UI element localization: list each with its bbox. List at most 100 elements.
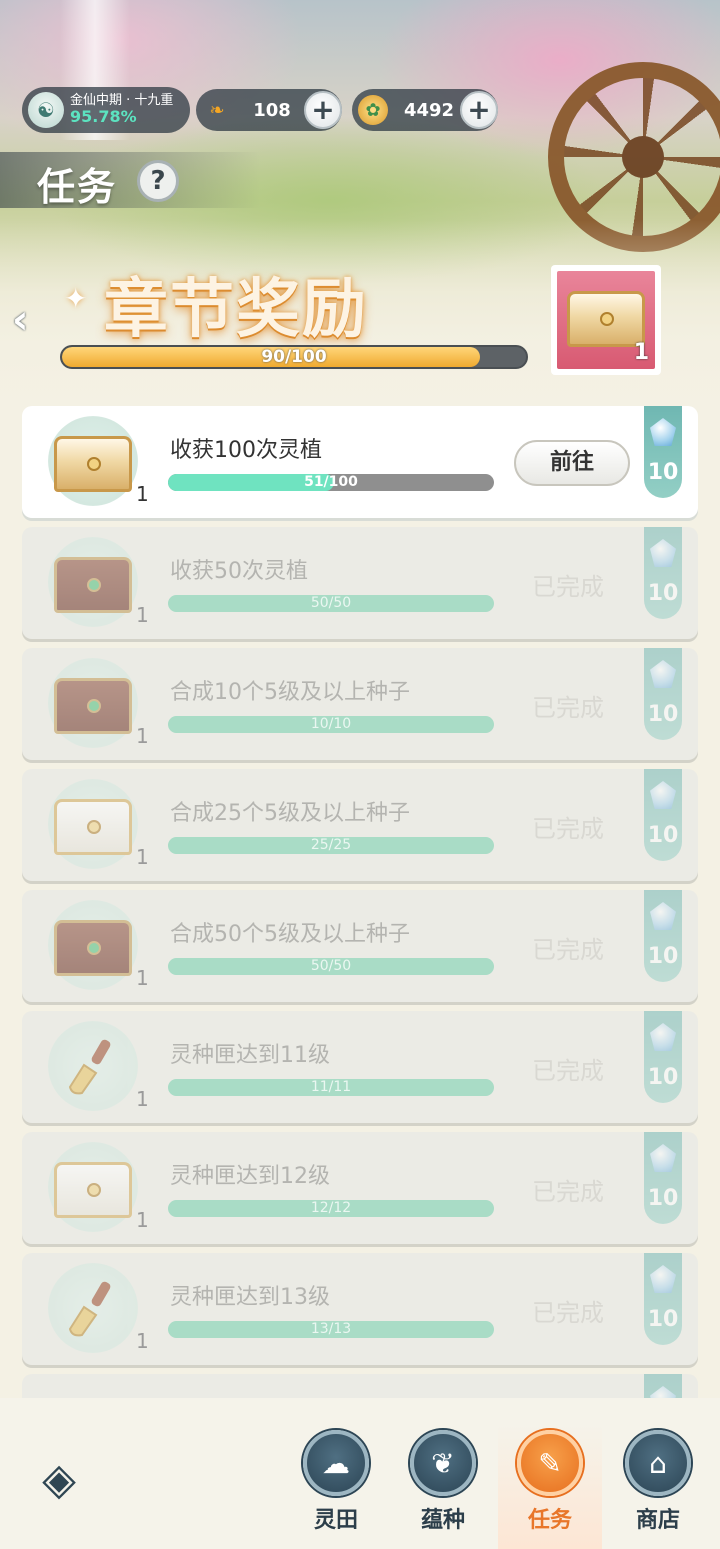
- currency-flame-value: 108: [253, 99, 291, 121]
- task-progress-text: 50/50: [310, 958, 352, 974]
- reward-amount: 10: [647, 1186, 679, 1211]
- gem-icon: [650, 781, 676, 809]
- task-row-partial[interactable]: [22, 1374, 698, 1398]
- reward-amount: 10: [647, 823, 679, 848]
- task-item-count: 1: [136, 1329, 149, 1353]
- chapter-progress-bar: 90/100: [60, 345, 528, 369]
- task-progress-bar: 10/10: [168, 716, 494, 733]
- chapter-reward-title: 章节奖励: [104, 273, 368, 347]
- nav-item[interactable]: ☁ 灵田: [284, 1424, 388, 1549]
- task-reward-item[interactable]: [48, 658, 138, 748]
- chapter-chest-count: 1: [633, 340, 649, 365]
- shop-icon: ⌂: [625, 1430, 691, 1496]
- task-row[interactable]: 1 合成25个5级及以上种子 25/25 已完成 10: [22, 769, 698, 881]
- reward-amount: 10: [647, 944, 679, 969]
- task-progress-bar: 50/50: [168, 958, 494, 975]
- cultivation-percent: 95.78%: [70, 107, 137, 127]
- task-progress-bar: 51/100: [168, 474, 494, 491]
- task-row[interactable]: 1 灵种匣达到11级 11/11 已完成 10: [22, 1011, 698, 1123]
- gold-chest-icon: [54, 436, 132, 492]
- task-progress-bar: 25/25: [168, 837, 494, 854]
- reward-tab: 10: [644, 648, 682, 740]
- reward-amount: 10: [647, 702, 679, 727]
- reward-amount: 10: [647, 460, 679, 485]
- nav-item[interactable]: ❦ 蕴种: [391, 1424, 495, 1549]
- reward-tab: 10: [644, 406, 682, 498]
- task-row[interactable]: 1 灵种匣达到13级 13/13 已完成 10: [22, 1253, 698, 1365]
- chapter-progress-text: 90/100: [261, 347, 327, 367]
- chapter-chest-reward[interactable]: 1: [551, 265, 661, 375]
- task-reward-item[interactable]: [48, 416, 138, 506]
- go-button[interactable]: 前往: [514, 440, 630, 486]
- task-row[interactable]: 1 收获100次灵植 51/100 前往 10: [22, 406, 698, 518]
- task-list[interactable]: 1 收获100次灵植 51/100 前往 10 1 收获50次灵植 50/50 已完成 10 1 合成…: [22, 406, 698, 1398]
- task-progress-bar: 50/50: [168, 595, 494, 612]
- task-row[interactable]: 1 收获50次灵植 50/50 已完成 10: [22, 527, 698, 639]
- help-button[interactable]: ?: [137, 160, 179, 202]
- task-label: 灵种匣达到13级: [170, 1285, 330, 1310]
- add-coin-button[interactable]: +: [460, 91, 498, 129]
- task-reward-item[interactable]: [48, 1142, 138, 1232]
- task-label: 合成50个5级及以上种子: [170, 922, 410, 947]
- add-flame-button[interactable]: +: [304, 91, 342, 129]
- task-label: 灵种匣达到12级: [170, 1164, 330, 1189]
- sparkle-icon: ✦: [64, 282, 88, 315]
- completed-status: 已完成: [532, 815, 604, 843]
- reward-amount: 10: [647, 1065, 679, 1090]
- game-logo-icon[interactable]: ◈: [28, 1454, 90, 1506]
- completed-status: 已完成: [532, 694, 604, 722]
- task-label: 收获100次灵植: [170, 438, 322, 463]
- page-title: 任务: [37, 165, 118, 209]
- cultivator-avatar-icon: ☯: [28, 92, 64, 128]
- task-label: 合成10个5级及以上种子: [170, 680, 410, 705]
- gem-icon: [650, 418, 676, 446]
- task-reward-item[interactable]: [48, 1263, 138, 1353]
- reward-tab: 10: [644, 1132, 682, 1224]
- nav-item[interactable]: ✎ 任务: [498, 1424, 602, 1549]
- red-chest-icon: [54, 920, 132, 976]
- white-chest-icon: [54, 799, 132, 855]
- reward-tab: 10: [644, 1011, 682, 1103]
- reward-tab: 10: [644, 890, 682, 982]
- cultivation-level: 金仙中期 · 十九重: [70, 93, 174, 109]
- task-progress-text: 50/50: [310, 595, 352, 611]
- task-reward-item[interactable]: [48, 1021, 138, 1111]
- task-item-count: 1: [136, 845, 149, 869]
- task-label: 合成25个5级及以上种子: [170, 801, 410, 826]
- bottom-nav: ◈ ☁ 灵田 ❦ 蕴种 ✎ 任务 ⌂ 商店: [0, 1398, 720, 1549]
- gem-icon: [650, 539, 676, 567]
- task-row[interactable]: 1 灵种匣达到12级 12/12 已完成 10: [22, 1132, 698, 1244]
- task-row[interactable]: 1 合成50个5级及以上种子 50/50 已完成 10: [22, 890, 698, 1002]
- task-item-count: 1: [136, 724, 149, 748]
- treasure-chest-icon: [567, 291, 645, 347]
- task-item-count: 1: [136, 1087, 149, 1111]
- completed-status: 已完成: [532, 936, 604, 964]
- task-progress-text: 11/11: [310, 1079, 352, 1095]
- task-label: 灵种匣达到11级: [170, 1043, 330, 1068]
- task-reward-item[interactable]: [48, 537, 138, 627]
- currency-coin-value: 4492: [403, 99, 455, 121]
- shovel-icon: [68, 1281, 111, 1337]
- back-arrow-icon[interactable]: ‹: [12, 300, 46, 340]
- nav-label: 任务: [527, 1508, 572, 1533]
- task-row[interactable]: 1 合成10个5级及以上种子 10/10 已完成 10: [22, 648, 698, 760]
- task-progress-bar: 11/11: [168, 1079, 494, 1096]
- spirit-coin-icon: ✿: [358, 95, 388, 125]
- task-item-count: 1: [136, 603, 149, 627]
- red-chest-icon: [54, 678, 132, 734]
- completed-status: 已完成: [532, 573, 604, 601]
- nav-label: 商店: [635, 1508, 680, 1533]
- seed-sprout-icon: ❦: [410, 1430, 476, 1496]
- task-item-count: 1: [136, 966, 149, 990]
- nav-item[interactable]: ⌂ 商店: [606, 1424, 710, 1549]
- task-reward-item[interactable]: [48, 779, 138, 869]
- cultivation-status[interactable]: ☯ 金仙中期 · 十九重 95.78%: [22, 87, 190, 133]
- completed-status: 已完成: [532, 1299, 604, 1327]
- white-chest-icon: [54, 1162, 132, 1218]
- task-progress-text: 10/10: [310, 716, 352, 732]
- task-progress-text: 25/25: [310, 837, 352, 853]
- task-progress-bar: 12/12: [168, 1200, 494, 1217]
- task-reward-item[interactable]: [48, 900, 138, 990]
- reward-tab: 10: [644, 769, 682, 861]
- reward-amount: 10: [647, 581, 679, 606]
